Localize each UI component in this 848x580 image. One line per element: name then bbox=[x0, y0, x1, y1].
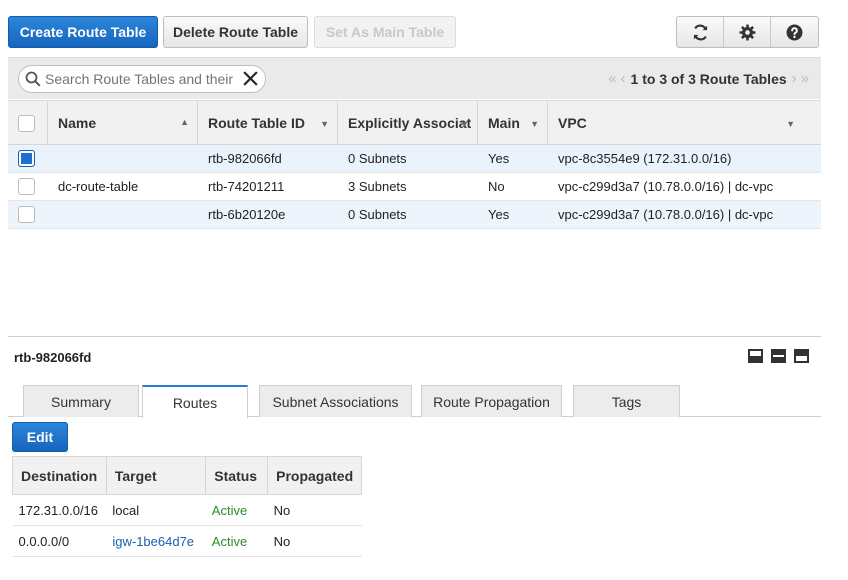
column-header-destination: Destination bbox=[12, 456, 107, 495]
column-label: Explicitly Associat bbox=[348, 115, 472, 131]
column-header-status: Status bbox=[205, 456, 269, 495]
routes-header-row: Destination Target Status Propagated bbox=[12, 456, 362, 495]
row-checkbox[interactable] bbox=[18, 206, 35, 223]
pagination-text: 1 to 3 of 3 Route Tables bbox=[630, 70, 787, 87]
cell-vpc: vpc-c299d3a7 (10.78.0.0/16) | dc-vpc bbox=[558, 207, 774, 222]
settings-button[interactable] bbox=[724, 17, 771, 47]
help-icon bbox=[786, 24, 803, 40]
detail-tabs: Summary Routes Subnet Associations Route… bbox=[8, 385, 821, 418]
refresh-icon bbox=[693, 24, 707, 40]
column-label: Main bbox=[488, 115, 520, 131]
route-tables-grid: Name ▲ Route Table ID ▼ Explicitly Assoc… bbox=[8, 100, 821, 229]
column-header-propagated: Propagated bbox=[267, 456, 362, 495]
prev-page-icon[interactable]: ‹ bbox=[621, 70, 626, 87]
tab-route-propagation[interactable]: Route Propagation bbox=[421, 385, 562, 417]
close-icon bbox=[243, 71, 258, 86]
table-row[interactable]: rtb-982066fd 0 Subnets Yes vpc-8c3554e9 … bbox=[8, 145, 821, 173]
cell-status: Active bbox=[205, 494, 268, 526]
cell-main: No bbox=[488, 179, 505, 194]
set-main-table-button[interactable]: Set As Main Table bbox=[314, 16, 456, 48]
tab-routes[interactable]: Routes bbox=[142, 385, 248, 418]
table-row[interactable]: dc-route-table rtb-74201211 3 Subnets No… bbox=[8, 173, 821, 201]
column-label: Route Table ID bbox=[208, 115, 305, 131]
layout-icons bbox=[748, 349, 809, 363]
select-all-header bbox=[8, 101, 48, 145]
chevron-down-icon: ▼ bbox=[460, 119, 469, 129]
cell-route-table-id: rtb-74201211 bbox=[208, 179, 285, 194]
cell-name bbox=[48, 201, 198, 228]
search-box bbox=[18, 65, 266, 93]
route-row: 172.31.0.0/16 local Active No bbox=[12, 494, 362, 526]
tab-subnet-associations[interactable]: Subnet Associations bbox=[259, 385, 412, 417]
cell-status: Active bbox=[205, 525, 268, 557]
tab-summary[interactable]: Summary bbox=[23, 385, 139, 417]
column-header-target: Target bbox=[105, 456, 207, 495]
column-header-name[interactable]: Name ▲ bbox=[48, 101, 198, 145]
cell-associations: 0 Subnets bbox=[348, 151, 407, 166]
clear-search-button[interactable] bbox=[242, 70, 259, 90]
routes-table: Destination Target Status Propagated 172… bbox=[12, 456, 362, 557]
chevron-down-icon: ▼ bbox=[786, 119, 795, 129]
cell-associations: 3 Subnets bbox=[348, 179, 407, 194]
layout-top-icon[interactable] bbox=[794, 349, 809, 363]
column-label: Name bbox=[58, 115, 97, 131]
cell-vpc: vpc-8c3554e9 (172.31.0.0/16) bbox=[558, 151, 732, 166]
gear-icon bbox=[739, 24, 755, 40]
cell-destination: 172.31.0.0/16 bbox=[12, 494, 107, 526]
toolbar: Create Route Table Delete Route Table Se… bbox=[8, 14, 848, 48]
layout-split-icon[interactable] bbox=[771, 349, 786, 363]
row-checkbox-cell bbox=[8, 173, 48, 200]
tab-tags[interactable]: Tags bbox=[573, 385, 680, 417]
next-page-icon[interactable]: › bbox=[792, 70, 797, 87]
edit-routes-button[interactable]: Edit bbox=[12, 422, 68, 452]
chevron-down-icon: ▼ bbox=[530, 119, 539, 129]
detail-title: rtb-982066fd bbox=[14, 350, 92, 365]
sort-ascending-icon: ▲ bbox=[180, 117, 189, 127]
cell-propagated: No bbox=[267, 525, 362, 557]
cell-name: dc-route-table bbox=[58, 179, 139, 194]
create-route-table-button[interactable]: Create Route Table bbox=[8, 16, 158, 48]
search-input[interactable] bbox=[45, 71, 241, 87]
cell-main: Yes bbox=[488, 207, 510, 222]
pane-divider[interactable] bbox=[8, 336, 821, 337]
search-icon bbox=[25, 71, 41, 87]
cell-route-table-id: rtb-982066fd bbox=[208, 151, 282, 166]
row-checkbox[interactable] bbox=[18, 150, 35, 167]
filter-bar: « ‹ 1 to 3 of 3 Route Tables › » bbox=[8, 57, 821, 99]
column-label: VPC bbox=[558, 115, 587, 131]
cell-route-table-id: rtb-6b20120e bbox=[208, 207, 286, 222]
cell-vpc: vpc-c299d3a7 (10.78.0.0/16) | dc-vpc bbox=[558, 179, 774, 194]
delete-route-table-button[interactable]: Delete Route Table bbox=[163, 16, 308, 48]
row-checkbox-cell bbox=[8, 201, 48, 228]
toolbar-icon-group bbox=[676, 16, 819, 48]
column-header-vpc[interactable]: VPC ▼ bbox=[548, 101, 803, 145]
table-row[interactable]: rtb-6b20120e 0 Subnets Yes vpc-c299d3a7 … bbox=[8, 201, 821, 229]
first-page-icon[interactable]: « bbox=[608, 70, 616, 87]
cell-name bbox=[48, 145, 198, 172]
chevron-down-icon: ▼ bbox=[320, 119, 329, 129]
cell-associations: 0 Subnets bbox=[348, 207, 407, 222]
cell-target: local bbox=[106, 494, 206, 526]
row-checkbox-cell bbox=[8, 145, 48, 172]
select-all-checkbox[interactable] bbox=[18, 114, 35, 132]
layout-bottom-icon[interactable] bbox=[748, 349, 763, 363]
target-link[interactable]: igw-1be64d7e bbox=[106, 525, 206, 557]
refresh-button[interactable] bbox=[677, 17, 724, 47]
cell-main: Yes bbox=[488, 151, 510, 166]
last-page-icon[interactable]: » bbox=[801, 70, 809, 87]
pagination: « ‹ 1 to 3 of 3 Route Tables › » bbox=[606, 70, 811, 87]
cell-propagated: No bbox=[267, 494, 362, 526]
cell-destination: 0.0.0.0/0 bbox=[12, 525, 107, 557]
route-row: 0.0.0.0/0 igw-1be64d7e Active No bbox=[12, 525, 362, 557]
column-header-explicitly-associated[interactable]: Explicitly Associat ▼ bbox=[338, 101, 478, 145]
row-checkbox[interactable] bbox=[18, 178, 35, 195]
grid-header: Name ▲ Route Table ID ▼ Explicitly Assoc… bbox=[8, 100, 821, 145]
column-header-route-table-id[interactable]: Route Table ID ▼ bbox=[198, 101, 338, 145]
help-button[interactable] bbox=[771, 17, 818, 47]
column-header-main[interactable]: Main ▼ bbox=[478, 101, 548, 145]
